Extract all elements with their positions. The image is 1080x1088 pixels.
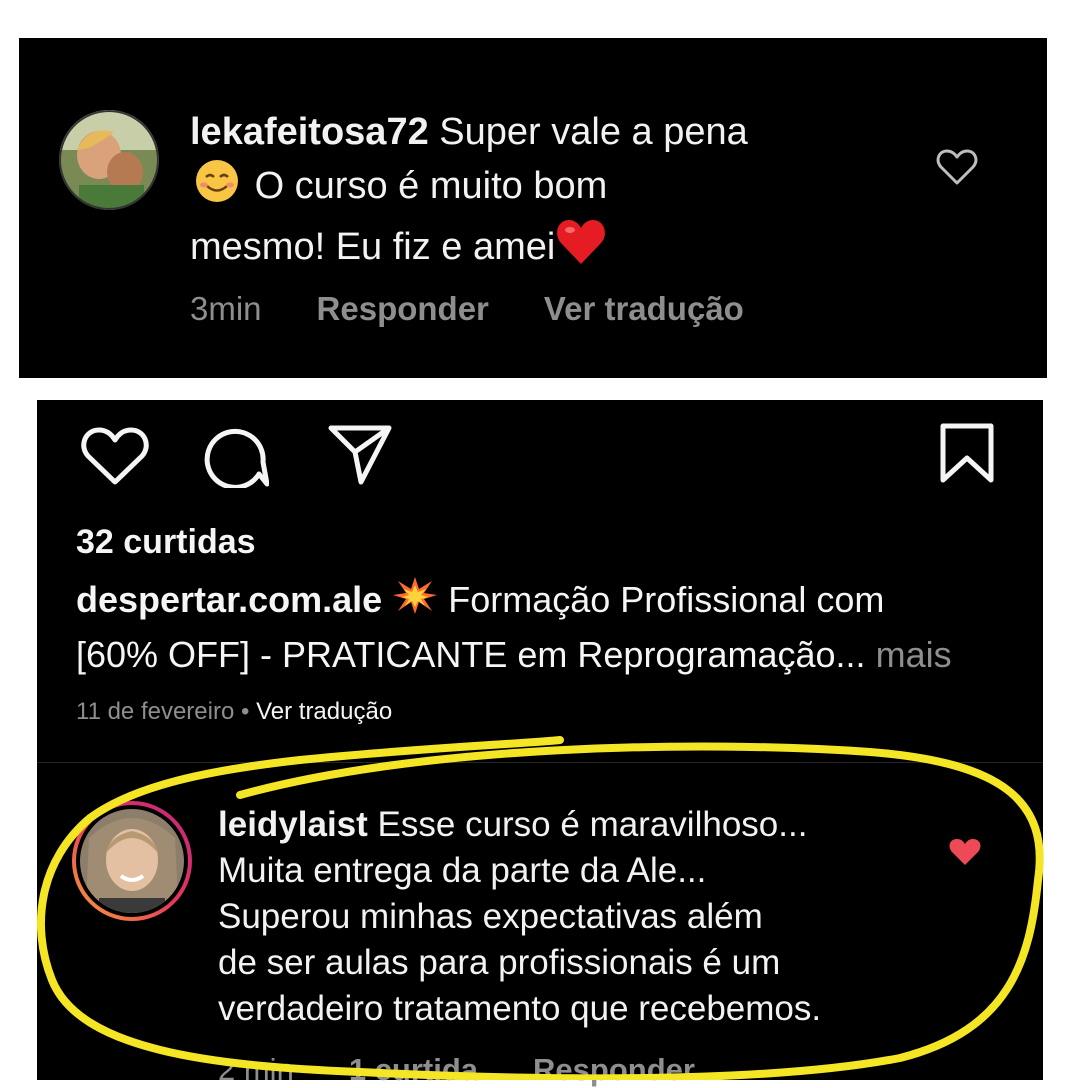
like-comment-icon[interactable] (936, 148, 978, 191)
comment-meta: 3min Responder Ver tradução (190, 290, 744, 328)
caption-line2: [60% OFF] - PRATICANTE em Reprogramação (76, 634, 836, 676)
comment-username[interactable]: leidylaist (218, 805, 368, 844)
comment-time: 3min (190, 290, 262, 327)
post-date: 11 de fevereiro (76, 698, 235, 725)
caption-ellipsis: ... (835, 634, 866, 676)
share-icon[interactable] (327, 424, 393, 491)
collision-emoji-icon (392, 575, 438, 629)
comment-text-line3: mesmo! Eu fiz e amei (190, 226, 556, 269)
comment-line-3: Superou minhas expectativas além (218, 897, 763, 936)
post-author[interactable]: despertar.com.ale (76, 579, 382, 620)
comment-time: 2 min (218, 1052, 294, 1087)
post-panel: 32 curtidas despertar.com.ale Formação P… (37, 400, 1043, 1087)
comment-line-5: verdadeiro tratamento que recebemos. (218, 989, 822, 1028)
bookmark-icon[interactable] (939, 422, 995, 489)
likes-count[interactable]: 32 curtidas (76, 523, 256, 562)
story-ring-avatar[interactable] (69, 798, 195, 924)
divider (37, 762, 1043, 763)
comment-username[interactable]: lekafeitosa72 (190, 111, 429, 153)
post-date-row: 11 de fevereiro • Ver tradução (76, 698, 392, 726)
comment-body: lekafeitosa72 Super vale a pena O curso … (190, 106, 890, 280)
comment-text-line1: Super vale a pena (439, 111, 748, 153)
smiling-face-emoji-icon (190, 158, 244, 218)
liked-heart-icon[interactable] (948, 837, 982, 872)
caption-line1: Formação Profissional com (448, 579, 885, 620)
comment-text-line2: O curso é muito bom (254, 165, 608, 208)
reply-button[interactable]: Responder (317, 290, 489, 328)
comment-line-1: Esse curso é maravilhoso... (377, 805, 808, 844)
like-icon[interactable] (80, 425, 150, 492)
red-heart-emoji-icon (555, 218, 607, 280)
more-link[interactable]: mais (876, 634, 952, 675)
top-comment-panel: lekafeitosa72 Super vale a pena O curso … (19, 38, 1047, 378)
reply-button[interactable]: Responder (533, 1052, 695, 1088)
highlighted-comment-meta: 2 min 1 curtida Responder (218, 1052, 695, 1088)
comment-line-4: de ser aulas para profissionais é um (218, 943, 781, 982)
post-caption: despertar.com.ale Formação Profissional … (76, 574, 1026, 681)
comment-likes[interactable]: 1 curtida (349, 1052, 478, 1088)
separator-dot: • (241, 698, 250, 725)
highlighted-comment-body: leidylaist Esse curso é maravilhoso... M… (218, 802, 978, 1032)
see-translation-link[interactable]: Ver tradução (256, 698, 392, 725)
comment-icon[interactable] (203, 424, 270, 493)
avatar[interactable] (59, 110, 159, 210)
comment-line-2: Muita entrega da parte da Ale... (218, 851, 707, 890)
see-translation-link[interactable]: Ver tradução (544, 290, 744, 328)
